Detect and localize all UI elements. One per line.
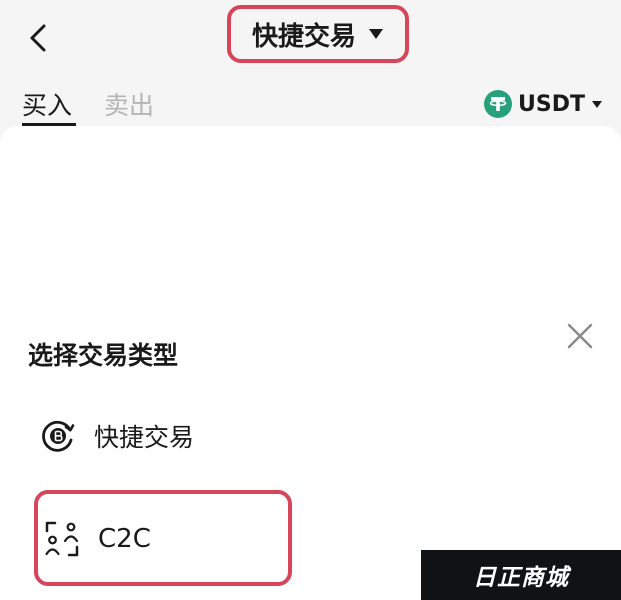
option-quick-trade-label: 快捷交易 bbox=[94, 423, 195, 452]
currency-selector[interactable]: USDT bbox=[484, 90, 603, 118]
top-header: 快捷交易 bbox=[0, 0, 621, 80]
trade-tabs: 买入 卖出 USDT bbox=[0, 80, 621, 126]
watermark-badge: 日正商城 bbox=[421, 550, 621, 600]
option-quick-trade[interactable]: 快捷交易 bbox=[40, 418, 194, 454]
sheet-title: 选择交易类型 bbox=[28, 341, 179, 370]
tab-sell[interactable]: 卖出 bbox=[104, 86, 154, 122]
page-title: 快捷交易 bbox=[251, 21, 356, 52]
tab-buy[interactable]: 买入 bbox=[22, 86, 72, 122]
caret-down-icon bbox=[369, 29, 383, 39]
back-arrow-icon[interactable] bbox=[24, 20, 56, 56]
coin-cycle-icon bbox=[42, 420, 75, 452]
users-scan-icon bbox=[45, 521, 79, 557]
trade-mode-selector[interactable]: 快捷交易 bbox=[227, 5, 409, 63]
close-icon[interactable] bbox=[566, 322, 594, 350]
watermark-text: 日正商城 bbox=[473, 565, 569, 591]
option-c2c-label: C2C bbox=[98, 524, 151, 554]
option-c2c[interactable]: C2C bbox=[44, 520, 151, 558]
trade-type-sheet: 选择交易类型 快捷交易 C2C bbox=[0, 126, 621, 600]
currency-code: USDT bbox=[518, 91, 585, 117]
currency-caret-icon bbox=[591, 101, 602, 108]
tether-icon bbox=[484, 90, 512, 118]
